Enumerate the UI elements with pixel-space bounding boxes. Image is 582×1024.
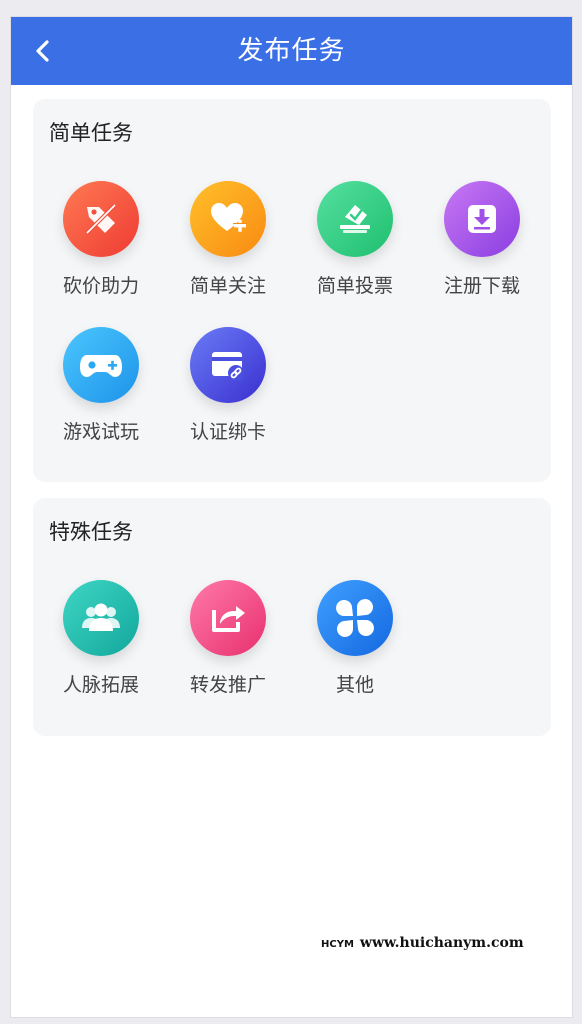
task-network-expand[interactable]: 人脉拓展 [46,580,156,697]
people-icon [63,580,139,656]
task-bargain-assist[interactable]: 砍价助力 [46,181,156,298]
app-screen: 发布任务 简单任务 砍价助力 简单关注 简单投票 注册下载 游戏试玩 认证绑卡 … [10,16,573,1018]
task-game-trial[interactable]: 游戏试玩 [46,327,156,444]
watermark-logo: HCYM [321,939,354,950]
four-petal-icon [317,580,393,656]
watermark-text: www.huichanym.com [359,935,524,951]
share-icon [190,580,266,656]
task-label: 转发推广 [189,674,266,696]
special-tasks-card: 特殊任务 人脉拓展 转发推广 其他 [33,498,551,736]
page-title: 发布任务 [237,36,346,66]
ballot-box-icon [317,181,393,257]
task-verify-card[interactable]: 认证绑卡 [173,327,283,444]
card-link-icon [190,327,266,403]
simple-tasks-card: 简单任务 砍价助力 简单关注 简单投票 注册下载 游戏试玩 认证绑卡 [33,99,551,482]
task-simple-follow[interactable]: 简单关注 [173,181,283,298]
watermark: HCYM www.huichanym.com [321,935,524,951]
task-register-download[interactable]: 注册下载 [427,181,537,298]
task-label: 砍价助力 [62,275,139,297]
task-label: 简单投票 [316,275,393,297]
task-share-promote[interactable]: 转发推广 [173,580,283,697]
task-label: 认证绑卡 [189,421,266,443]
price-tag-cut-icon [63,181,139,257]
task-label: 其他 [335,674,374,696]
top-bar: 发布任务 [11,17,572,85]
task-other[interactable]: 其他 [300,580,410,697]
gamepad-icon [63,327,139,403]
task-label: 简单关注 [189,275,266,297]
task-label: 注册下载 [443,275,520,297]
task-label: 游戏试玩 [62,421,139,443]
download-icon [444,181,520,257]
task-label: 人脉拓展 [62,674,139,696]
heart-plus-icon [190,181,266,257]
task-simple-vote[interactable]: 简单投票 [300,181,410,298]
